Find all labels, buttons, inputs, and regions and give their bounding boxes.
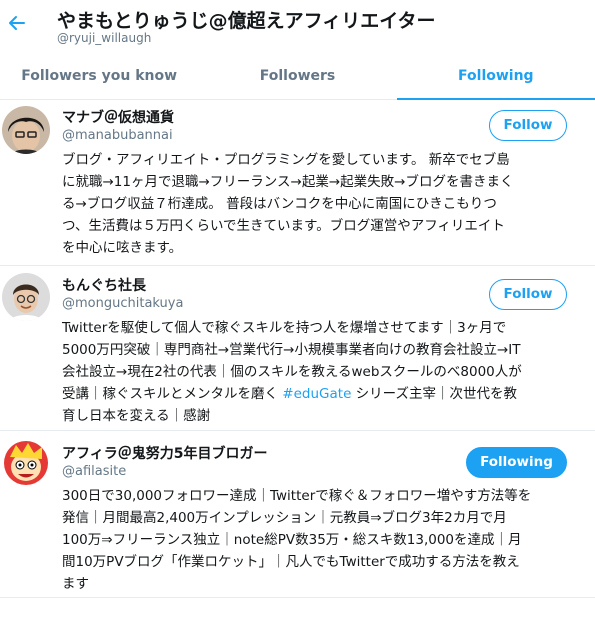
tab-followers-you-know[interactable]: Followers you know [0,54,198,99]
profile-name: やまもとりゅうじ@億超えアフィリエイター [57,10,436,32]
hashtag-link[interactable]: #eduGate [282,386,351,402]
user-cell[interactable]: マナブ＠仮想通貨 @manabubannai Follow ブログ・アフィリエイ… [0,101,595,266]
user-cell[interactable]: アフィラ＠鬼努力5年目ブロガー @afilasite Following 300… [0,432,595,598]
bio-line: Twitterを駆使して個人で稼ぐスキルを持つ人を爆増させてます｜3ヶ月で [62,320,507,336]
user-bio: Twitterを駆使して個人で稼ぐスキルを持つ人を爆増させてます｜3ヶ月で 50… [62,317,572,427]
bio-line: つ、生活費は５万円くらいで生きています。ブログ運営やアフィリエイト [62,218,505,234]
bio-line: を中心に呟きます。 [62,240,183,256]
profile-header: やまもとりゅうじ@億超えアフィリエイター @ryuji_willaugh [0,0,595,54]
user-cell[interactable]: もんぐち社長 @monguchitakuya Follow Twitterを駆使… [0,267,595,431]
bio-line: 育し日本を変える｜感謝 [62,408,211,424]
bio-line: ます [62,576,89,592]
bio-line-text: 受講｜稼ぐスキルとメンタルを磨く [62,386,278,402]
bio-line: 100万⇒フリーランス独立｜note総PV数35万・総スキ数13,000を達成｜… [62,532,522,548]
back-arrow-icon[interactable] [6,12,28,34]
profile-handle: @ryuji_willaugh [57,31,152,45]
avatar[interactable] [2,439,50,487]
bio-line: 会社設立→現在2社の代表｜個のスキルを教えるwebスクールのべ8000人が [62,364,522,380]
bio-line: 発信｜月間最高2,400万インプレッション｜元教員⇒ブログ3年2カ月で月 [62,510,507,526]
follow-button[interactable]: Follow [489,110,567,141]
bio-line: 間10万PVブログ「作業ロケット」｜凡人でもTwitterで成功する方法を教え [62,554,520,570]
bio-line: に就職→11ヶ月で退職→フリーランス→起業→起業失敗→ブログを書きまく [62,174,514,190]
user-handle: @manabubannai [62,128,173,143]
avatar[interactable] [2,273,50,321]
bio-line: ブログ・アフィリエイト・プログラミングを愛しています。 新卒でセブ島 [62,152,510,168]
follow-button[interactable]: Follow [489,279,567,310]
bio-line: 5000万円突破｜専門商社→営業代行→小規模事業者向けの教育会社設立→IT [62,342,521,358]
user-name[interactable]: マナブ＠仮想通貨 [62,107,174,127]
bio-line: 300日で30,000フォロワー達成｜Twitterで稼ぐ＆フォロワー増やす方法… [62,488,532,504]
bio-line: 受講｜稼ぐスキルとメンタルを磨く #eduGate シリーズ主宰｜次世代を教 [62,383,572,405]
user-bio: 300日で30,000フォロワー達成｜Twitterで稼ぐ＆フォロワー増やす方法… [62,485,572,595]
user-bio: ブログ・アフィリエイト・プログラミングを愛しています。 新卒でセブ島 に就職→1… [62,149,572,259]
bio-line: る→ブログ収益７桁達成。 普段はバンコクを中心に南国にひきこもりつ [62,196,497,212]
user-handle: @afilasite [62,464,127,479]
user-name[interactable]: アフィラ＠鬼努力5年目ブロガー [62,443,267,463]
tab-following[interactable]: Following [396,54,595,100]
avatar[interactable] [2,106,50,154]
bio-line-text: シリーズ主宰｜次世代を教 [351,386,517,402]
user-handle: @monguchitakuya [62,296,184,311]
follow-tabs: Followers you know Followers Following [0,54,595,100]
user-name[interactable]: もんぐち社長 [62,275,146,295]
tab-followers[interactable]: Followers [198,54,396,99]
following-button[interactable]: Following [466,447,567,478]
